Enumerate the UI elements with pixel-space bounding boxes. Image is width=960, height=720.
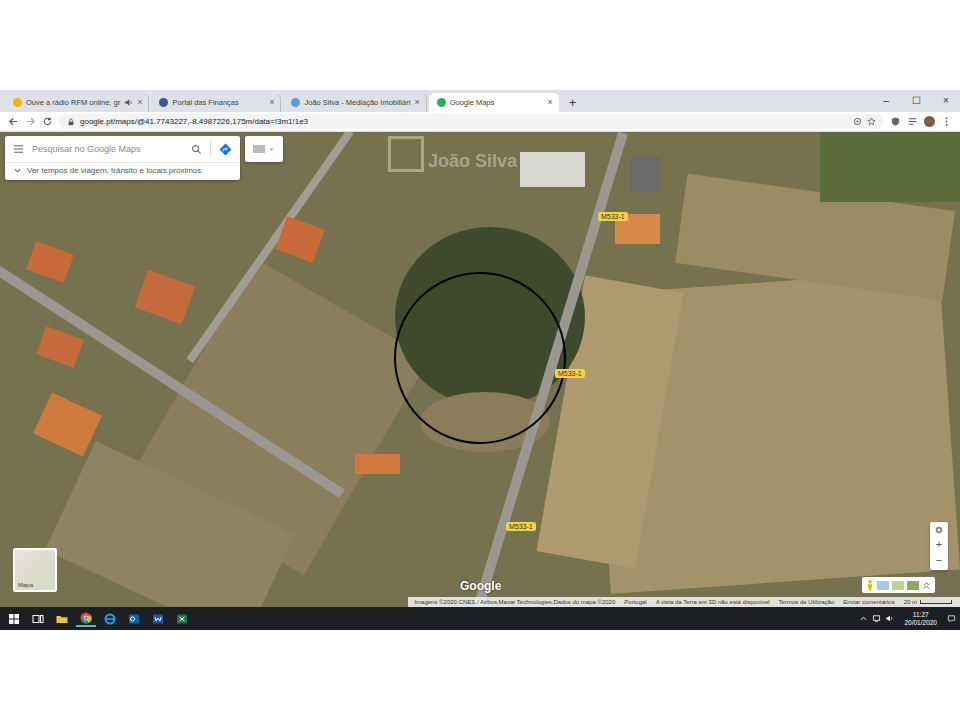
chevron-up-icon[interactable]: [922, 581, 931, 590]
bottom-margin: [0, 630, 960, 720]
star-icon[interactable]: [867, 117, 876, 126]
attribution-text: A vista da Terra em 3D não está disponív…: [656, 599, 770, 605]
map-feature: [395, 227, 585, 407]
tab-close-button[interactable]: ×: [137, 98, 142, 107]
map-feature: [36, 326, 84, 368]
tray-chevron-icon[interactable]: [859, 614, 868, 623]
url-text: google.pt/maps/@41.7743227,-8.4987226,17…: [80, 117, 308, 126]
zoom-button[interactable]: −: [936, 553, 942, 567]
browser-tab[interactable]: João Silva - Mediação Imobiliári ×: [283, 93, 426, 112]
search-panel: Pesquisar no Google Maps Ver tempos de vi…: [5, 136, 240, 180]
google-logo: Google: [460, 579, 501, 593]
window-control-button[interactable]: ☐: [902, 96, 930, 106]
pegman-icon[interactable]: [866, 579, 874, 591]
internet-explorer-icon[interactable]: [100, 612, 120, 626]
street-view-controls: [862, 577, 935, 593]
map-feature: [26, 241, 74, 283]
scale-bar: 20 m: [904, 599, 952, 605]
road-label: M533-1: [506, 522, 536, 531]
window-control-button[interactable]: –: [872, 96, 900, 106]
extension-icon[interactable]: [890, 116, 901, 127]
zoom-button[interactable]: +: [936, 537, 942, 551]
search-icon[interactable]: [191, 144, 202, 155]
back-arrow-icon[interactable]: [8, 116, 19, 127]
favicon-icon: [159, 98, 168, 107]
favicon-icon: [291, 98, 300, 107]
zoom-controls: +−: [930, 522, 948, 570]
satellite-map[interactable]: João Silva M533-1 M533-1 M533-1 Pesquisar no…: [0, 132, 960, 607]
map-feature: [355, 454, 400, 474]
url-field[interactable]: google.pt/maps/@41.7743227,-8.4987226,17…: [59, 114, 884, 129]
layer-card-button[interactable]: [245, 136, 283, 162]
chevron-down-icon: [13, 166, 22, 175]
imagery-thumb-icon[interactable]: [907, 581, 919, 590]
file-explorer-icon[interactable]: [52, 612, 72, 626]
compass-icon[interactable]: [934, 525, 944, 535]
browser-tab[interactable]: Ouve a rádio RFM online, gr ×: [5, 93, 149, 112]
window-control-button[interactable]: ×: [932, 96, 960, 106]
clock[interactable]: 11:2720/01/2020: [898, 611, 943, 627]
taskbar: 11:2720/01/2020: [0, 607, 960, 630]
location-icon[interactable]: [853, 117, 862, 126]
attribution-text: Imagens ©2020 CNES / Airbus,Maxar Techno…: [414, 599, 615, 605]
tab-close-button[interactable]: ×: [414, 98, 419, 107]
map-feature: [820, 132, 960, 202]
attribution-text[interactable]: Enviar comentários: [843, 599, 894, 605]
nearby-hint[interactable]: Ver tempos de viagem, trânsito e locais …: [5, 162, 240, 180]
network-icon[interactable]: [872, 614, 881, 623]
excel-icon[interactable]: [172, 612, 192, 626]
speaker-icon[interactable]: [124, 98, 133, 107]
tab-bar: Ouve a rádio RFM online, gr×Portal das F…: [0, 90, 960, 112]
new-tab-button[interactable]: +: [561, 96, 585, 112]
chrome-icon[interactable]: [76, 611, 96, 627]
map-feature: [630, 157, 660, 192]
map-feature: [135, 270, 196, 325]
word-icon[interactable]: [148, 612, 168, 626]
watermark: João Silva: [388, 136, 517, 172]
hamburger-menu-icon[interactable]: [13, 144, 24, 154]
road-label: M533-1: [598, 212, 628, 221]
map-feature: [520, 152, 585, 187]
notifications-icon[interactable]: [947, 614, 956, 623]
address-bar: google.pt/maps/@41.7743227,-8.4987226,17…: [0, 112, 960, 132]
top-margin: [0, 0, 960, 90]
imagery-thumb-icon[interactable]: [877, 581, 889, 590]
reload-icon[interactable]: [42, 116, 53, 127]
annotation-circle: [394, 272, 566, 444]
browser-tab[interactable]: Google Maps×: [429, 93, 559, 112]
directions-icon[interactable]: [219, 143, 232, 156]
favicon-icon: [437, 98, 446, 107]
browser-tab[interactable]: Portal das Finanças ×: [151, 93, 281, 112]
attribution-text: Portugal: [624, 599, 646, 605]
reading-list-icon[interactable]: [907, 116, 918, 127]
profile-avatar-icon[interactable]: [924, 116, 935, 127]
outlook-icon[interactable]: [124, 612, 144, 626]
tab-label: Ouve a rádio RFM online, gr: [26, 98, 120, 107]
screenshot-page: Ouve a rádio RFM online, gr×Portal das F…: [0, 0, 960, 720]
tab-label: Google Maps: [450, 98, 544, 107]
attribution-bar: Imagens ©2020 CNES / Airbus,Maxar Techno…: [408, 597, 960, 607]
tab-label: Portal das Finanças: [172, 98, 265, 107]
map-layer-toggle[interactable]: Mapa: [13, 548, 57, 592]
tab-close-button[interactable]: ×: [547, 98, 552, 107]
forward-arrow-icon[interactable]: [25, 116, 36, 127]
tab-label: João Silva - Mediação Imobiliári: [304, 98, 410, 107]
volume-icon[interactable]: [885, 614, 894, 623]
attribution-text[interactable]: Termos de Utilização: [779, 599, 835, 605]
search-input[interactable]: Pesquisar no Google Maps: [32, 144, 183, 154]
favicon-icon: [13, 98, 22, 107]
lock-icon: [67, 118, 75, 126]
road-label: M533-1: [555, 369, 585, 378]
tab-close-button[interactable]: ×: [269, 98, 274, 107]
windows-start-icon[interactable]: [4, 612, 24, 626]
browser-window: Ouve a rádio RFM online, gr×Portal das F…: [0, 90, 960, 630]
imagery-thumb-icon[interactable]: [892, 581, 904, 590]
task-view-icon[interactable]: [28, 612, 48, 626]
menu-dots-icon[interactable]: [941, 116, 952, 127]
dropdown-icon: [268, 146, 275, 153]
